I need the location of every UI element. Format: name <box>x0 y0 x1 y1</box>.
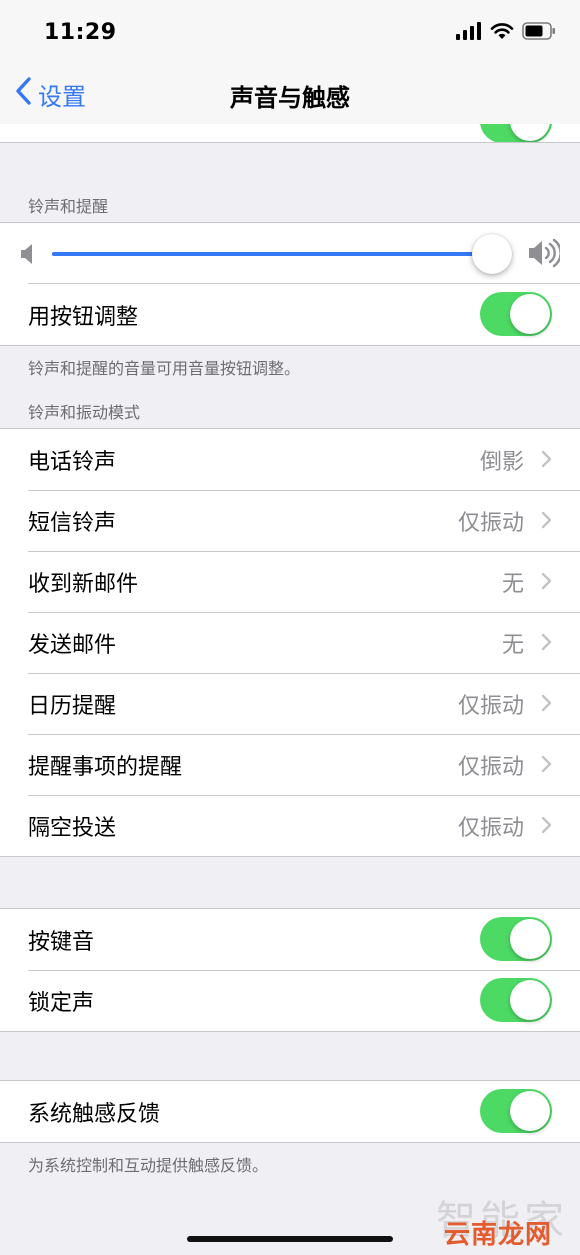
chevron-right-icon <box>541 816 552 838</box>
list-item-value: 仅振动 <box>457 510 524 536</box>
system-haptics-label: 系统触感反馈 <box>28 1101 161 1127</box>
list-item-label: 日历提醒 <box>28 693 117 719</box>
partial-toggle[interactable] <box>480 124 552 142</box>
chevron-right-icon <box>541 572 552 594</box>
lock-sound-label: 锁定声 <box>28 990 95 1016</box>
list-item-value: 倒影 <box>479 449 524 475</box>
toggle-knob <box>510 124 550 141</box>
list-item-value: 仅振动 <box>457 754 524 780</box>
keyboard-clicks-row[interactable]: 按键音 <box>0 909 580 970</box>
cellular-signal-icon <box>456 22 482 44</box>
list-item-label: 电话铃声 <box>28 449 117 475</box>
list-item-label: 提醒事项的提醒 <box>28 754 183 780</box>
speaker-low-icon <box>20 243 36 269</box>
toggle-knob <box>510 980 550 1020</box>
keyboard-clicks-toggle[interactable] <box>480 917 552 961</box>
list-item-value: 仅振动 <box>457 815 524 841</box>
list-item-value: 无 <box>501 632 524 658</box>
speaker-high-icon <box>528 238 562 272</box>
list-item-airdrop[interactable]: 隔空投送 仅振动 <box>0 795 580 856</box>
list-item-value: 仅振动 <box>457 693 524 719</box>
toggle-knob <box>510 919 550 959</box>
status-time: 11:29 <box>44 20 117 45</box>
list-item-label: 短信铃声 <box>28 510 117 536</box>
volume-slider-thumb[interactable] <box>472 234 512 274</box>
chevron-right-icon <box>541 755 552 777</box>
system-haptics-toggle[interactable] <box>480 1089 552 1133</box>
chevron-right-icon <box>541 694 552 716</box>
toggle-knob <box>510 294 550 334</box>
list-item-value: 无 <box>501 571 524 597</box>
chevron-right-icon <box>541 450 552 472</box>
patterns-group: 电话铃声 倒影 短信铃声 仅振动 收到新邮件 无 发送邮件 无 日历提醒 仅振动… <box>0 428 580 857</box>
status-icons <box>456 22 556 44</box>
chevron-right-icon <box>541 511 552 533</box>
volume-slider-fill <box>52 252 492 256</box>
battery-icon <box>522 22 556 44</box>
list-item-label: 发送邮件 <box>28 632 117 658</box>
section-footer-haptics: 为系统控制和互动提供触感反馈。 <box>28 1156 269 1175</box>
list-item-calendar-alerts[interactable]: 日历提醒 仅振动 <box>0 673 580 734</box>
list-item-label: 收到新邮件 <box>28 571 139 597</box>
section-header-ringer: 铃声和提醒 <box>28 197 109 216</box>
wifi-icon <box>490 22 514 44</box>
watermark-brand: 云南龙网 <box>443 1220 552 1250</box>
list-item-new-mail[interactable]: 收到新邮件 无 <box>0 551 580 612</box>
change-with-buttons-label: 用按钮调整 <box>28 304 139 330</box>
section-footer-ringer: 铃声和提醒的音量可用音量按钮调整。 <box>28 359 301 378</box>
change-with-buttons-row[interactable]: 用按钮调整 <box>0 284 580 345</box>
page-title: 声音与触感 <box>230 84 350 112</box>
home-indicator <box>187 1236 393 1242</box>
list-item-label: 隔空投送 <box>28 815 117 841</box>
scrolled-row-partial <box>0 124 580 143</box>
volume-slider-row <box>0 223 580 284</box>
list-item-sent-mail[interactable]: 发送邮件 无 <box>0 612 580 673</box>
change-with-buttons-toggle[interactable] <box>480 292 552 336</box>
toggle-knob <box>510 1091 550 1131</box>
section-header-patterns: 铃声和振动模式 <box>28 403 141 422</box>
keyboard-clicks-label: 按键音 <box>28 929 95 955</box>
lock-sound-row[interactable]: 锁定声 <box>0 970 580 1031</box>
lock-sound-toggle[interactable] <box>480 978 552 1022</box>
chevron-right-icon <box>541 633 552 655</box>
list-item-ringtone[interactable]: 电话铃声 倒影 <box>0 429 580 490</box>
navigation-bar: 设置 声音与触感 <box>0 66 580 125</box>
haptics-group: 系统触感反馈 <box>0 1080 580 1143</box>
status-bar: 11:29 <box>0 0 580 66</box>
volume-slider[interactable] <box>52 234 512 274</box>
system-haptics-row[interactable]: 系统触感反馈 <box>0 1081 580 1142</box>
ringer-group: 用按钮调整 <box>0 222 580 346</box>
list-item-reminder-alerts[interactable]: 提醒事项的提醒 仅振动 <box>0 734 580 795</box>
clicks-group: 按键音 锁定声 <box>0 908 580 1032</box>
list-item-text-tone[interactable]: 短信铃声 仅振动 <box>0 490 580 551</box>
